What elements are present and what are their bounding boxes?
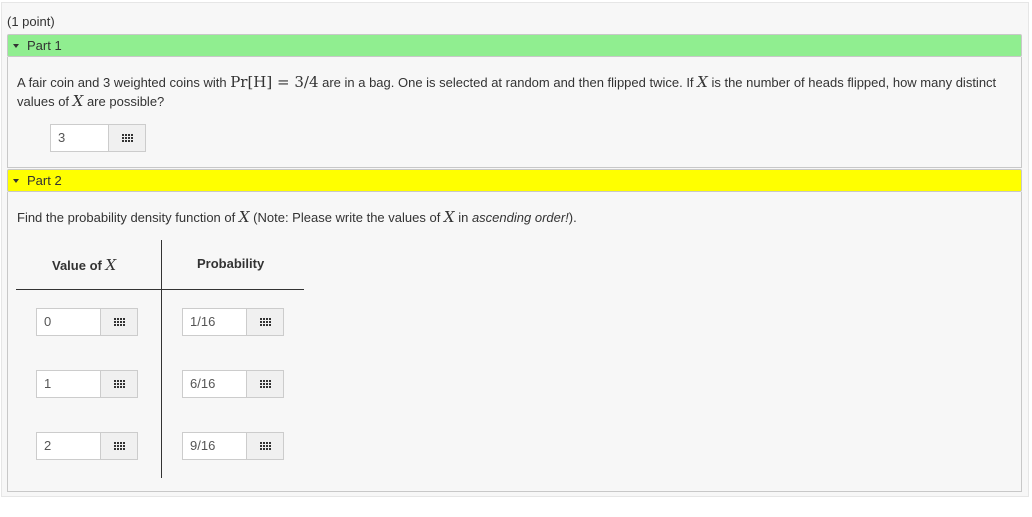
- value-answer-box: 2: [36, 432, 138, 460]
- table-horizontal-divider: [16, 289, 304, 290]
- grid-icon: [259, 318, 271, 326]
- part2-question-text-2: (Note: Please write the values of: [249, 210, 444, 225]
- part2-question-var-x: X: [238, 208, 250, 226]
- value-answer-button-2[interactable]: [100, 370, 138, 398]
- prob-input-2[interactable]: 6/16: [182, 370, 246, 398]
- part2-question-text-1: Find the probability density function of: [17, 210, 239, 225]
- part2-header[interactable]: Part 2: [7, 169, 1022, 192]
- table-vertical-divider: [161, 240, 162, 478]
- grid-icon: [121, 134, 133, 142]
- grid-icon: [113, 380, 125, 388]
- part1-title: Part 1: [27, 38, 62, 53]
- value-input-3[interactable]: 2: [36, 432, 100, 460]
- column-header-value: Value of X: [52, 256, 116, 274]
- part2-question: Find the probability density function of…: [17, 208, 1007, 227]
- value-answer-box: 1: [36, 370, 138, 398]
- part2-title: Part 2: [27, 173, 62, 188]
- value-answer-button-1[interactable]: [100, 308, 138, 336]
- pdf-table: Value of X Probability 0 1/16 1 6/16 2 9…: [16, 238, 306, 478]
- part1-question-text-4: are possible?: [83, 94, 165, 109]
- prob-answer-box: 1/16: [182, 308, 284, 336]
- caret-down-icon: [13, 178, 19, 183]
- points-label: (1 point): [7, 14, 55, 29]
- grid-icon: [113, 318, 125, 326]
- part1-question-text-1: A fair coin and 3 weighted coins with: [17, 75, 231, 90]
- part2-question-text-4: ).: [568, 210, 577, 225]
- column-header-probability: Probability: [197, 256, 265, 271]
- prob-answer-button-1[interactable]: [246, 308, 284, 336]
- problem-container: (1 point) Part 1 A fair coin and 3 weigh…: [1, 2, 1029, 497]
- part1-question-var-x: X: [697, 73, 708, 91]
- part1-answer-box: 3: [50, 124, 146, 152]
- column-header-value-label: Value of: [52, 258, 106, 273]
- value-input-1[interactable]: 0: [36, 308, 100, 336]
- prob-answer-box: 6/16: [182, 370, 284, 398]
- prob-answer-button-2[interactable]: [246, 370, 284, 398]
- prob-answer-button-3[interactable]: [246, 432, 284, 460]
- prob-input-1[interactable]: 1/16: [182, 308, 246, 336]
- grid-icon: [113, 442, 125, 450]
- part2-question-text-3: in: [454, 210, 472, 225]
- part1-answer-button[interactable]: [108, 124, 146, 152]
- value-input-2[interactable]: 1: [36, 370, 100, 398]
- part2-question-var-x-2: X: [443, 208, 455, 226]
- prob-input-3[interactable]: 9/16: [182, 432, 246, 460]
- prob-answer-box: 9/16: [182, 432, 284, 460]
- part1-answer-input[interactable]: 3: [50, 124, 108, 152]
- part1-question-text-2: are in a bag. One is selected at random …: [318, 75, 698, 90]
- part1-question: A fair coin and 3 weighted coins with Pr…: [17, 73, 1007, 111]
- grid-icon: [259, 442, 271, 450]
- part1-question-var-x-2: X: [72, 92, 84, 110]
- value-answer-box: 0: [36, 308, 138, 336]
- part1-body: A fair coin and 3 weighted coins with Pr…: [7, 57, 1022, 168]
- value-answer-button-3[interactable]: [100, 432, 138, 460]
- part2-body: Find the probability density function of…: [7, 192, 1022, 492]
- part1-question-math: Pr[H] = 3/4: [230, 73, 319, 91]
- caret-down-icon: [13, 43, 19, 48]
- part2-question-emphasis: ascending order!: [471, 210, 569, 225]
- column-header-var-x: X: [105, 256, 117, 274]
- grid-icon: [259, 380, 271, 388]
- part1-header[interactable]: Part 1: [7, 34, 1022, 57]
